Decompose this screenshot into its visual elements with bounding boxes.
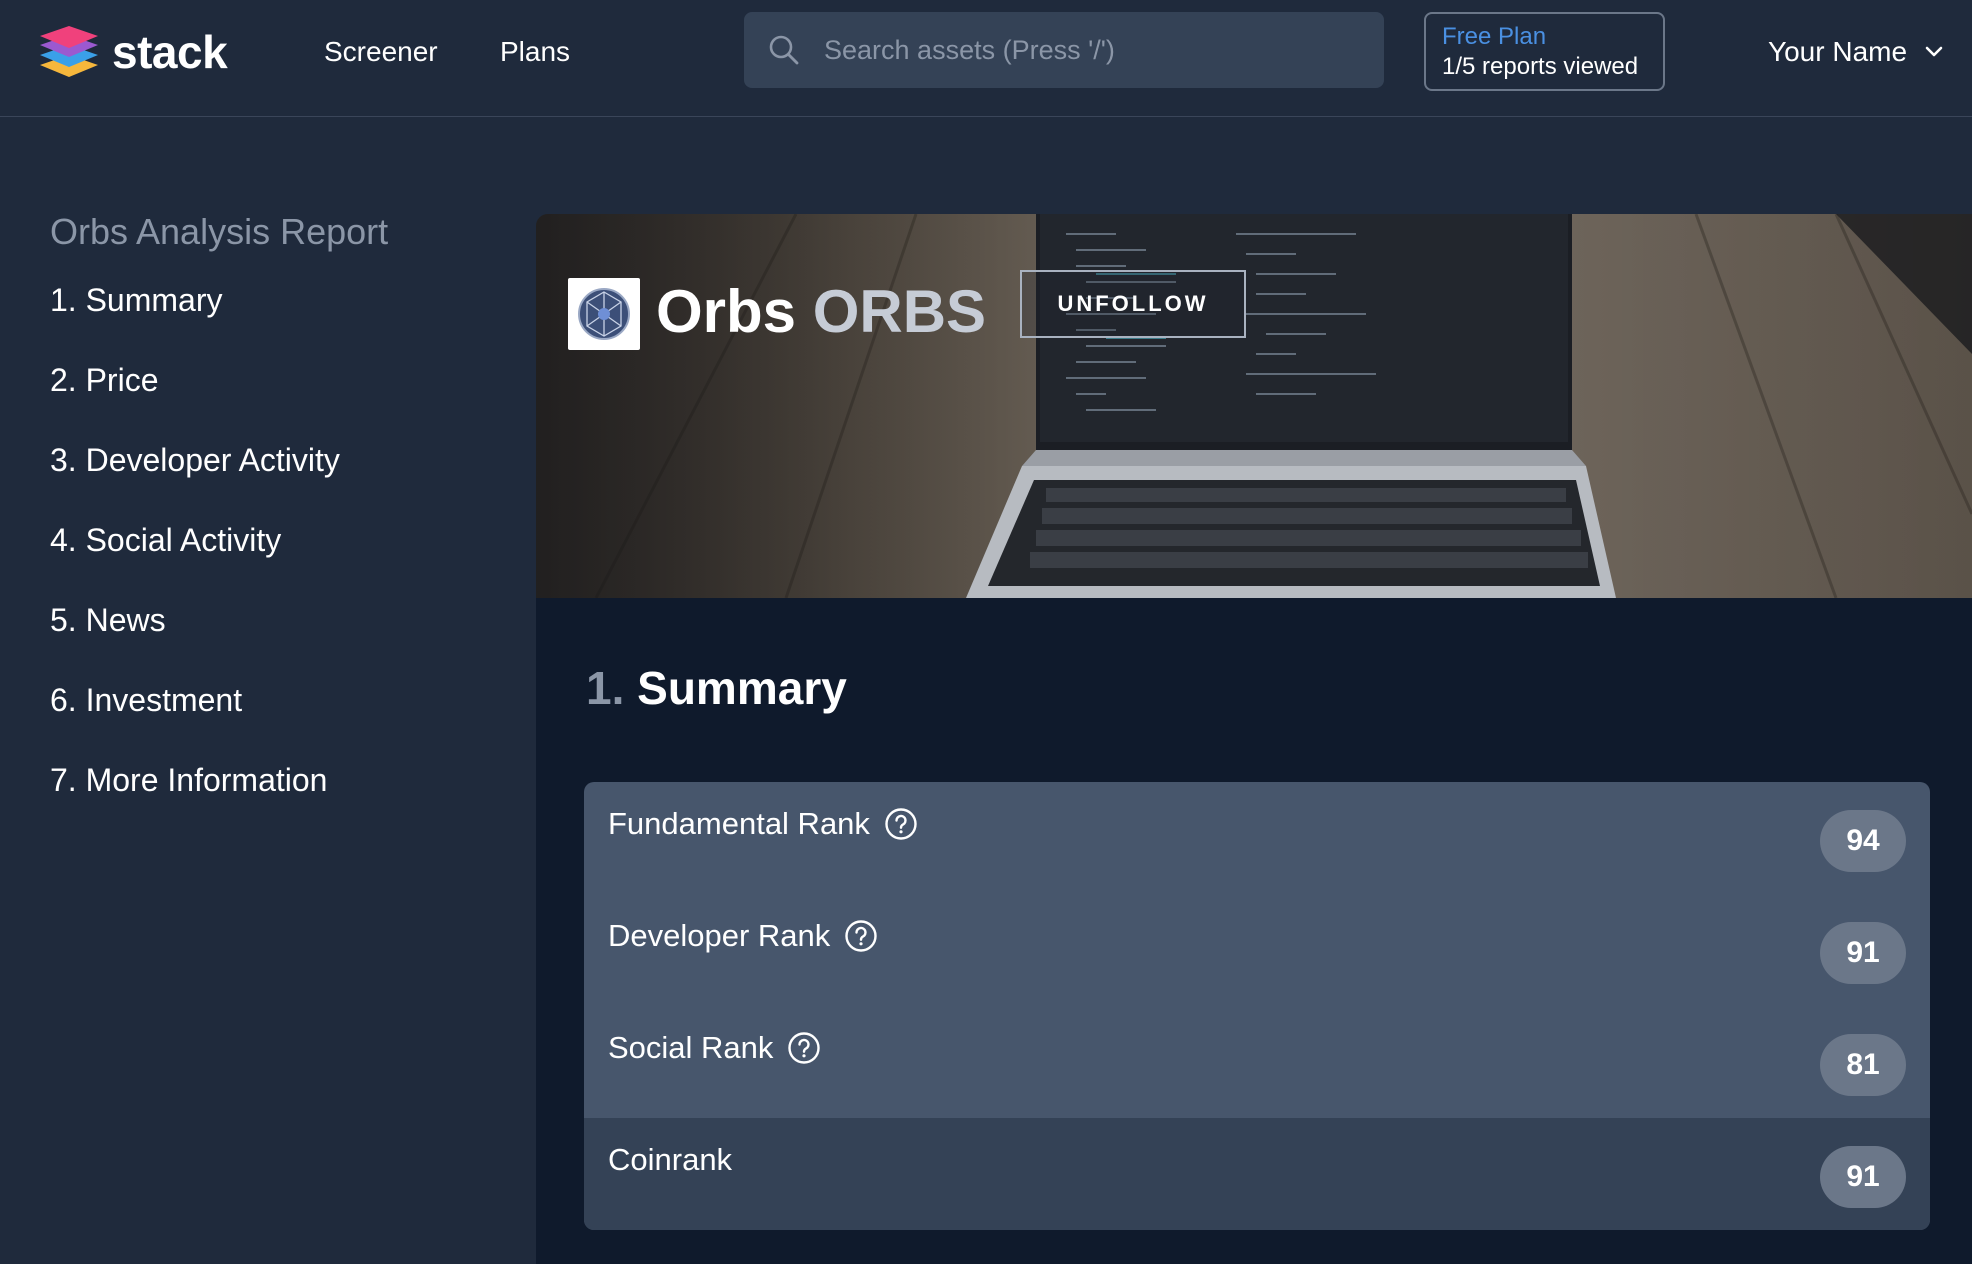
plan-name: Free Plan (1442, 23, 1547, 50)
nav-screener[interactable]: Screener (324, 36, 438, 68)
question-circle-icon[interactable] (884, 807, 918, 841)
rank-summary-panel: Fundamental Rank 94 Developer Rank 91 So… (584, 782, 1930, 1230)
top-navigation-bar: stack Screener Plans Free Plan 1/5 repor… (0, 0, 1972, 117)
rank-label-text: Fundamental Rank (608, 806, 870, 841)
unfollow-button[interactable]: UNFOLLOW (1020, 270, 1246, 338)
sidebar-item-investment[interactable]: 6. Investment (50, 676, 510, 756)
rank-label-text: Social Rank (608, 1030, 774, 1065)
search-input[interactable] (824, 12, 1364, 88)
search-icon (769, 35, 799, 65)
rank-value-badge: 91 (1820, 1146, 1906, 1208)
user-name: Your Name (1768, 36, 1908, 67)
brand-logo[interactable]: stack (38, 25, 228, 79)
rank-row-social: Social Rank 81 (584, 1006, 1930, 1118)
asset-name: Orbs (656, 278, 797, 345)
section-heading-summary: 1. Summary (586, 658, 847, 718)
stack-logo-icon (40, 26, 98, 77)
rank-row-coinrank: Coinrank 91 (584, 1118, 1930, 1230)
asset-hero-banner: Orbs ORBS UNFOLLOW (536, 214, 1972, 598)
user-menu[interactable]: Your Name (1768, 34, 1943, 70)
rank-row-fundamental: Fundamental Rank 94 (584, 782, 1930, 894)
section-number: 1. (586, 662, 625, 714)
asset-logo (568, 278, 640, 350)
rank-value-badge: 81 (1820, 1034, 1906, 1096)
rank-value-badge: 94 (1820, 810, 1906, 872)
sidebar-item-price[interactable]: 2. Price (50, 356, 510, 436)
sidebar-item-news[interactable]: 5. News (50, 596, 510, 676)
section-title: Summary (637, 662, 847, 714)
rank-label: Developer Rank (608, 916, 878, 956)
sidebar-item-developer-activity[interactable]: 3. Developer Activity (50, 436, 510, 516)
search-bar[interactable] (744, 12, 1384, 88)
nav-plans[interactable]: Plans (500, 36, 570, 68)
rank-label: Coinrank (608, 1140, 732, 1180)
hero-background-image (536, 214, 1972, 598)
rank-label-text: Coinrank (608, 1142, 733, 1177)
asset-title: Orbs ORBS (656, 274, 986, 350)
rank-label-text: Developer Rank (608, 918, 831, 953)
sidebar-item-social-activity[interactable]: 4. Social Activity (50, 516, 510, 596)
report-title: Orbs Analysis Report (50, 211, 389, 252)
sidebar-item-summary[interactable]: 1. Summary (50, 276, 510, 356)
plan-status-box[interactable]: Free Plan 1/5 reports viewed (1424, 12, 1665, 91)
rank-value-badge: 91 (1820, 922, 1906, 984)
report-main-panel: Orbs ORBS UNFOLLOW 1. Summary Fundamenta… (536, 214, 1972, 1264)
asset-ticker: ORBS (812, 278, 987, 345)
rank-label: Social Rank (608, 1028, 821, 1068)
question-circle-icon[interactable] (844, 919, 878, 953)
orbs-logo-icon (578, 288, 630, 340)
rank-label: Fundamental Rank (608, 804, 918, 844)
brand-name: stack (112, 26, 228, 78)
report-sidebar: Orbs Analysis Report 1. Summary 2. Price… (50, 208, 510, 836)
sidebar-item-more-information[interactable]: 7. More Information (50, 756, 510, 836)
rank-row-developer: Developer Rank 91 (584, 894, 1930, 1006)
question-circle-icon[interactable] (787, 1031, 821, 1065)
chevron-down-icon (1925, 46, 1943, 57)
plan-usage: 1/5 reports viewed (1442, 53, 1639, 80)
